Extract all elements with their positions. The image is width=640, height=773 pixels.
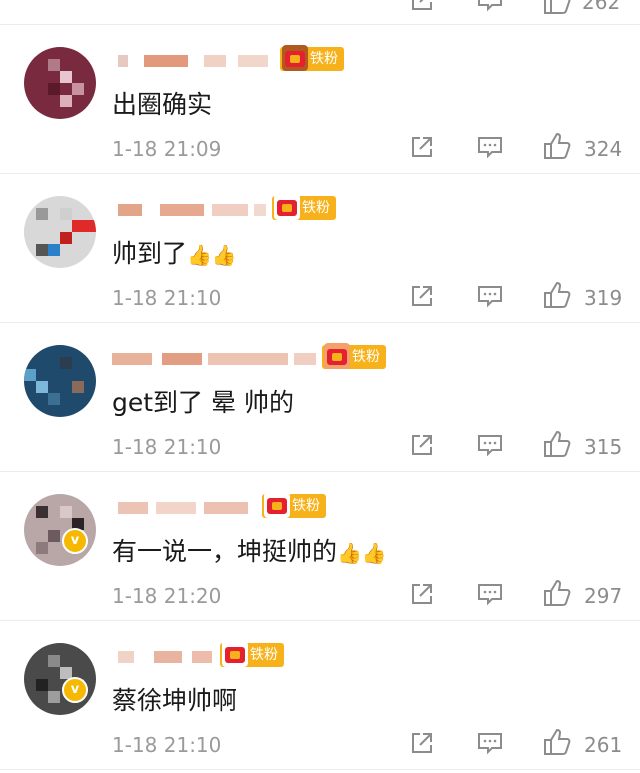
fan-badge-label: 铁粉 [292, 498, 320, 514]
crown-icon [264, 492, 290, 518]
comment-text: 帅到了👍👍 [112, 234, 237, 270]
share-icon[interactable] [408, 0, 436, 18]
thumbs-up-icon[interactable] [542, 727, 572, 761]
previous-comment-actions: 262 [0, 0, 640, 25]
fan-badge[interactable]: 铁粉 [272, 194, 336, 220]
thumbs-up-icon[interactable] [542, 131, 572, 165]
verified-v-icon: v [62, 528, 88, 554]
fan-badge[interactable]: 铁粉 [220, 641, 284, 667]
crown-icon [324, 343, 350, 369]
comment-time: 1-18 21:10 [112, 435, 222, 459]
comment-body: 蔡徐坤帅啊 [112, 686, 238, 715]
share-icon[interactable] [408, 729, 436, 761]
share-icon[interactable] [408, 580, 436, 612]
comment-icon[interactable] [476, 580, 504, 612]
avatar[interactable] [24, 196, 96, 268]
fan-badge-label: 铁粉 [302, 200, 330, 216]
username-blurred[interactable]: 铁粉 [112, 194, 352, 220]
comment-item: 铁粉 get到了 晕 帅的 1-18 21:10 315 [0, 323, 640, 472]
thumbs-up-icon[interactable] [542, 578, 572, 612]
fan-badge-label: 铁粉 [352, 349, 380, 365]
comment-text: 有一说一，坤挺帅的👍👍 [112, 532, 387, 568]
comment-body: 有一说一，坤挺帅的 [112, 537, 338, 566]
comment-item: v 铁粉 蔡徐坤帅啊 1-18 21:10 261 [0, 621, 640, 770]
thumbs-up-emoji: 👍👍 [337, 541, 387, 565]
comment-text: 出圈确实 [112, 85, 212, 121]
share-icon[interactable] [408, 431, 436, 463]
thumbs-up-icon[interactable] [542, 0, 572, 20]
comment-text: 蔡徐坤帅啊 [112, 681, 237, 717]
username-blurred[interactable]: 铁粉 [112, 492, 352, 518]
crown-icon [222, 641, 248, 667]
crown-icon [274, 194, 300, 220]
comment-time: 1-18 21:20 [112, 584, 222, 608]
crown-icon [282, 45, 308, 71]
username-blurred[interactable]: 铁粉 [112, 45, 352, 71]
like-count: 261 [584, 733, 623, 757]
avatar[interactable] [24, 47, 96, 119]
avatar[interactable] [24, 494, 96, 566]
fan-badge[interactable]: 铁粉 [262, 492, 326, 518]
fan-badge-label: 铁粉 [250, 647, 278, 663]
comment-body: 帅到了 [112, 239, 188, 268]
username-blurred[interactable]: 铁粉 [112, 641, 352, 667]
fan-badge-label: 铁粉 [310, 51, 338, 67]
like-count: 262 [582, 0, 621, 14]
comment-item: v 铁粉 有一说一，坤挺帅的👍👍 1-18 21:20 297 [0, 472, 640, 621]
comment-icon[interactable] [476, 729, 504, 761]
comment-icon[interactable] [476, 282, 504, 314]
like-count: 319 [584, 286, 623, 310]
fan-badge[interactable]: 铁粉 [280, 45, 344, 71]
like-count: 324 [584, 137, 623, 161]
comment-time: 1-18 21:10 [112, 286, 222, 310]
like-count: 297 [584, 584, 623, 608]
comment-icon[interactable] [476, 133, 504, 165]
share-icon[interactable] [408, 133, 436, 165]
share-icon[interactable] [408, 282, 436, 314]
thumbs-up-emoji: 👍👍 [187, 243, 237, 267]
comment-body: 出圈确实 [112, 90, 213, 119]
thumbs-up-icon[interactable] [542, 429, 572, 463]
thumbs-up-icon[interactable] [542, 280, 572, 314]
comment-body: get到了 晕 帅的 [112, 388, 294, 417]
comment-item: 铁粉 出圈确实 1-18 21:09 324 [0, 25, 640, 174]
comment-time: 1-18 21:09 [112, 137, 222, 161]
comment-time: 1-18 21:10 [112, 733, 222, 757]
fan-badge[interactable]: 铁粉 [322, 343, 386, 369]
comment-icon[interactable] [476, 431, 504, 463]
like-count: 315 [584, 435, 623, 459]
username-blurred[interactable]: 铁粉 [112, 343, 386, 369]
avatar[interactable] [24, 345, 96, 417]
comment-text: get到了 晕 帅的 [112, 383, 294, 419]
avatar[interactable] [24, 643, 96, 715]
verified-v-icon: v [62, 677, 88, 703]
comment-icon[interactable] [476, 0, 504, 18]
comment-item: 铁粉 帅到了👍👍 1-18 21:10 319 [0, 174, 640, 323]
